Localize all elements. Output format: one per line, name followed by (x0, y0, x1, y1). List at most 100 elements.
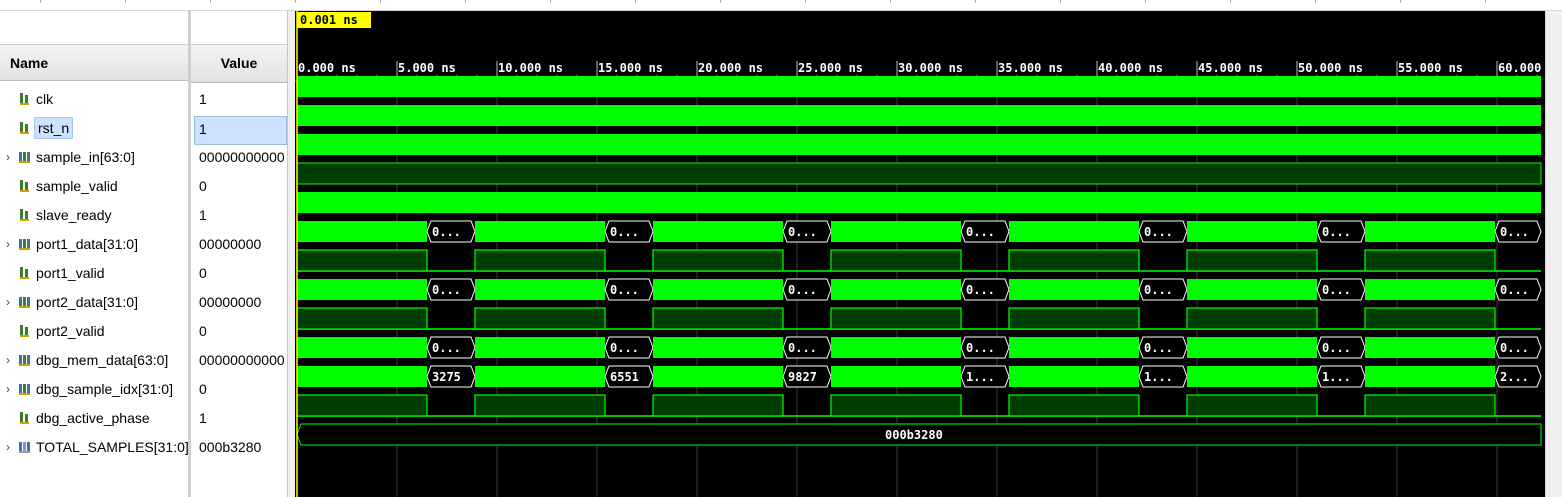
signal-value: 000b3280 (199, 439, 262, 455)
strip-tick (805, 0, 806, 3)
signal-name[interactable]: clk (36, 91, 53, 107)
bus-value-label: 1... (1322, 370, 1351, 384)
chevron-right-icon[interactable]: › (3, 150, 13, 164)
bus-value-label: 0... (610, 283, 639, 297)
time-label: 10.000 ns (498, 61, 563, 75)
bus-signal-icon (18, 295, 32, 309)
signal-row[interactable]: clk (0, 86, 188, 115)
scalar-signal-icon (18, 121, 32, 135)
signal-row[interactable]: port1_valid (0, 260, 188, 289)
signal-row[interactable]: rst_n (0, 115, 188, 144)
bus-value-label: 0... (1322, 341, 1351, 355)
signal-value-cell[interactable]: 0 (191, 260, 287, 289)
signal-name[interactable]: port1_valid (36, 265, 105, 281)
signal-row[interactable]: › dbg_sample_idx[31:0] (0, 376, 188, 405)
value-column-header[interactable]: Value (191, 44, 287, 83)
signal-name[interactable]: slave_ready (36, 207, 112, 223)
signal-value-cell[interactable]: 00000000000 (191, 347, 287, 376)
bus-value-label: 0... (966, 225, 995, 239)
wave-high-segment (297, 192, 1541, 213)
wave-bus-segment (1187, 366, 1317, 387)
chevron-right-icon[interactable]: › (3, 382, 13, 396)
signal-row[interactable]: slave_ready (0, 202, 188, 231)
signal-value: 0 (199, 178, 207, 194)
wave-high-pulse (1364, 307, 1496, 330)
signal-row[interactable]: dbg_active_phase (0, 405, 188, 434)
signal-value-cell[interactable]: 0 (191, 173, 287, 202)
signal-name[interactable]: TOTAL_SAMPLES[31:0] (36, 439, 189, 455)
strip-tick (210, 0, 211, 3)
wave-high-pulse (652, 249, 784, 272)
signal-name[interactable]: sample_in[63:0] (36, 149, 135, 165)
bus-value-label: 9827 (788, 370, 817, 384)
signal-name[interactable]: dbg_active_phase (36, 410, 150, 426)
strip-tick (1060, 0, 1061, 3)
bus-value-label: 0... (966, 283, 995, 297)
bus-value-label: 0... (1144, 225, 1173, 239)
wave-bus-segment (297, 366, 427, 387)
strip-tick (635, 0, 636, 3)
wave-high-pulse (1186, 394, 1318, 417)
value-wave-splitter[interactable] (287, 11, 295, 497)
signal-value: 0 (199, 381, 207, 397)
wave-high-pulse (1008, 394, 1140, 417)
wave-high-pulse (296, 394, 428, 417)
chevron-right-icon[interactable]: › (3, 353, 13, 367)
signal-name[interactable]: rst_n (34, 117, 74, 139)
signal-row[interactable]: › dbg_mem_data[63:0] (0, 347, 188, 376)
wave-bus-segment (475, 279, 605, 300)
wave-bus-segment (1009, 279, 1139, 300)
signal-value-cell[interactable]: 1 (191, 405, 287, 434)
chevron-right-icon[interactable]: › (3, 440, 13, 454)
signal-row[interactable]: › port1_data[31:0] (0, 231, 188, 260)
wave-high-pulse (1008, 249, 1140, 272)
signal-name[interactable]: port2_data[31:0] (36, 294, 138, 310)
wave-bus-segment (475, 221, 605, 242)
signal-row[interactable]: › TOTAL_SAMPLES[31:0] (0, 434, 189, 463)
scalar-signal-icon (18, 324, 32, 338)
chevron-right-icon[interactable]: › (3, 295, 13, 309)
signal-row[interactable]: sample_valid (0, 173, 188, 202)
signal-name[interactable]: dbg_mem_data[63:0] (36, 352, 168, 368)
signal-value-cell[interactable]: 1 (191, 202, 287, 231)
wave-high-pulse (1364, 249, 1496, 272)
wave-bus-segment (653, 221, 783, 242)
time-label: 55.000 ns (1398, 61, 1463, 75)
value-panel: Value 1 1 00000000000 0 1 00000000 0 00000000 0 0… (191, 11, 287, 497)
signal-name[interactable]: port2_valid (36, 323, 105, 339)
wave-bus-segment (1187, 279, 1317, 300)
parameter-icon (18, 440, 32, 454)
strip-tick (125, 0, 126, 3)
time-label: 30.000 ns (898, 61, 963, 75)
bus-signal-icon (18, 382, 32, 396)
signal-value-cell[interactable]: 0 (191, 318, 287, 347)
signal-value-cell[interactable]: 000b3280 (191, 434, 287, 463)
signal-value-cell[interactable]: 1 (194, 116, 287, 145)
signal-value-cell[interactable]: 1 (191, 86, 287, 115)
signal-value-cell[interactable]: 00000000 (191, 231, 287, 260)
wave-bus-segment (653, 279, 783, 300)
waveform-svg[interactable]: 0.000 ns 5.000 ns 10.000 ns 15.000 ns 20.000… (295, 11, 1545, 497)
wave-high-pulse (474, 307, 606, 330)
signal-name[interactable]: sample_valid (36, 178, 118, 194)
chevron-right-icon[interactable]: › (3, 237, 13, 251)
time-label: 20.000 ns (698, 61, 763, 75)
signal-value-cell[interactable]: 00000000 (191, 289, 287, 318)
signal-row[interactable]: › port2_data[31:0] (0, 289, 188, 318)
wave-bus-segment (1009, 337, 1139, 358)
signal-value-cell[interactable]: 0 (191, 376, 287, 405)
waveform-canvas[interactable]: 0.000 ns 5.000 ns 10.000 ns 15.000 ns 20.000… (295, 11, 1545, 497)
vertical-scrollbar[interactable] (1545, 11, 1562, 497)
signal-row[interactable]: port2_valid (0, 318, 188, 347)
bus-value-label: 0... (788, 225, 817, 239)
time-label: 0.000 ns (298, 61, 356, 75)
strip-tick (975, 0, 976, 3)
signal-row[interactable]: › sample_in[63:0] (0, 144, 188, 173)
wave-high-pulse (830, 249, 962, 272)
wave-bus-segment (1365, 221, 1495, 242)
signal-value-cell[interactable]: 00000000000 (191, 144, 287, 173)
signal-name[interactable]: dbg_sample_idx[31:0] (36, 381, 173, 397)
bus-value-label: 6551 (610, 370, 639, 384)
name-column-header[interactable]: Name (0, 44, 188, 81)
signal-name[interactable]: port1_data[31:0] (36, 236, 138, 252)
